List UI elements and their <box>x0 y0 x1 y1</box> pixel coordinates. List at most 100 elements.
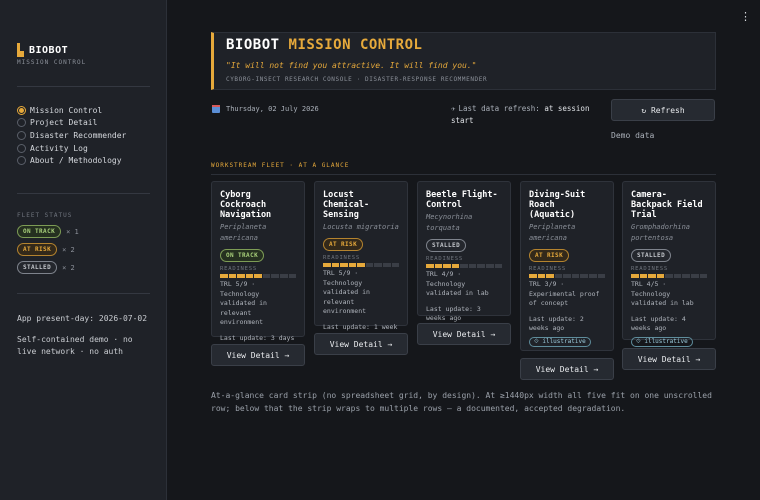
section-title: WORKSTREAM FLEET · AT A GLANCE <box>211 162 350 169</box>
status-badge: AT RISK <box>323 238 364 251</box>
readiness-segment-filled <box>639 274 648 278</box>
readiness-segment-filled <box>228 274 237 278</box>
readiness-segment-filled <box>220 274 228 278</box>
readiness-segment-empty <box>374 263 382 267</box>
refresh-button[interactable]: ↻ Refresh <box>611 99 715 121</box>
fleet-status-ontrack: ON TRACK × 1 <box>17 225 79 238</box>
present-day: App present-day: 2026-07-02 <box>17 314 148 323</box>
status-count: × 2 <box>62 263 75 272</box>
nav-item-about-methodology[interactable]: About / Methodology <box>17 154 126 167</box>
card-title: Camera-Backpack Field Trial <box>631 190 703 220</box>
card-title: Locust Chemical-Sensing <box>323 190 370 220</box>
readiness-segment-empty <box>699 274 708 278</box>
nav-item-project-detail[interactable]: Project Detail <box>17 117 126 130</box>
radio-icon <box>17 118 26 128</box>
status-badge: STALLED <box>631 249 672 262</box>
readiness-segment-empty <box>563 274 571 278</box>
brand-subtitle: MISSION CONTROL <box>17 59 87 66</box>
readiness-label: READINESS <box>529 266 567 272</box>
nav-item-label: Mission Control <box>30 105 103 115</box>
nav-item-label: Activity Log <box>30 143 88 153</box>
nav-item-activity-log[interactable]: Activity Log <box>17 142 126 155</box>
nav-item-disaster-recommender[interactable]: Disaster Recommender <box>17 129 126 142</box>
readiness-segment-filled <box>357 263 365 267</box>
page-title: BIOBOT MISSION CONTROL <box>226 37 423 53</box>
date-display: Thursday, 02 July 2026 <box>212 105 319 113</box>
readiness-segment-empty <box>288 274 297 278</box>
view-detail-button[interactable]: View Detail → <box>417 323 511 345</box>
readiness-bar <box>529 274 606 278</box>
readiness-bar <box>631 274 708 278</box>
fleet-status-atrisk: AT RISK × 2 <box>17 243 75 256</box>
readiness-label: READINESS <box>426 256 464 262</box>
card-title: Cyborg Cockroach Navigation <box>220 190 272 220</box>
trl-text: TRL 4/9 · Technology validated in lab <box>426 270 489 297</box>
nav-item-label: Disaster Recommender <box>30 130 127 140</box>
status-badge: STALLED <box>426 239 467 252</box>
readiness-segment-empty <box>485 264 494 268</box>
readiness-segment-filled <box>245 274 254 278</box>
refresh-status: ✈ Last data refresh: at session start <box>451 104 590 125</box>
workstream-card: Beetle Flight-Control Mecynorhina torqua… <box>417 181 511 322</box>
footnote: At-a-glance card strip (no spreadsheet g… <box>211 391 712 413</box>
readiness-segment-empty <box>665 274 673 278</box>
readiness-segment-filled <box>426 264 434 268</box>
readiness-segment-empty <box>468 264 477 268</box>
readiness-segment-empty <box>460 264 468 268</box>
view-detail-button[interactable]: View Detail → <box>520 358 614 380</box>
readiness-segment-empty <box>571 274 580 278</box>
view-detail-button[interactable]: View Detail → <box>314 333 408 355</box>
readiness-segment-filled <box>340 263 348 267</box>
status-count: × 1 <box>66 227 79 236</box>
readiness-segment-filled <box>331 263 340 267</box>
fleet-status-title: FLEET STATUS <box>17 212 73 219</box>
illustrative-badge: ⟐ illustrative <box>529 336 591 347</box>
sidebar: BIOBOT MISSION CONTROL Mission Control P… <box>0 0 167 500</box>
readiness-segment-empty <box>365 263 374 267</box>
view-detail-button[interactable]: View Detail → <box>622 348 716 370</box>
readiness-label: READINESS <box>323 255 361 261</box>
readiness-segment-filled <box>434 264 443 268</box>
radio-icon <box>17 156 26 166</box>
readiness-segment-empty <box>391 263 400 267</box>
nav-item-mission-control[interactable]: Mission Control <box>17 104 126 117</box>
last-update: Last update: 2 weeks ago <box>529 314 584 333</box>
readiness-label: READINESS <box>631 266 669 272</box>
divider <box>211 174 716 175</box>
readiness-segment-empty <box>279 274 288 278</box>
nav-item-label: Project Detail <box>30 118 98 128</box>
current-date: Thursday, 02 July 2026 <box>226 105 319 113</box>
status-badge: ON TRACK <box>17 225 62 238</box>
readiness-segment-filled <box>656 274 665 278</box>
card-species: Gromphadorhina portentosa <box>631 223 691 242</box>
last-update: Last update: 3 weeks ago <box>426 304 481 323</box>
readiness-segment-empty <box>271 274 279 278</box>
trl-text: TRL 3/9 · Experimental proof of concept <box>529 280 600 307</box>
readiness-segment-filled <box>631 274 639 278</box>
status-badge: AT RISK <box>17 243 58 256</box>
readiness-segment-empty <box>554 274 563 278</box>
divider <box>17 193 150 194</box>
readiness-segment-filled <box>443 264 451 268</box>
calendar-icon <box>212 105 220 113</box>
brand-name: BIOBOT <box>29 44 69 56</box>
nav-menu: Mission Control Project Detail Disaster … <box>17 104 126 167</box>
card-species: Mecynorhina torquata <box>426 213 473 232</box>
trl-text: TRL 5/9 · Technology validated in releva… <box>323 269 370 315</box>
status-badge: AT RISK <box>529 249 570 262</box>
readiness-segment-empty <box>690 274 699 278</box>
demo-data-label: Demo data <box>611 131 655 140</box>
more-menu-icon[interactable]: ⋮ <box>740 11 751 22</box>
divider <box>17 86 150 87</box>
page-subtitle: CYBORG-INSECT RESEARCH CONSOLE · DISASTE… <box>226 76 488 83</box>
view-detail-button[interactable]: View Detail → <box>211 344 305 366</box>
readiness-segment-empty <box>262 274 271 278</box>
page-header: BIOBOT MISSION CONTROL "It will not find… <box>211 32 716 90</box>
readiness-segment-empty <box>382 263 391 267</box>
last-update: Last update: 4 weeks ago <box>631 314 686 333</box>
brand: BIOBOT <box>17 43 68 57</box>
readiness-label: READINESS <box>220 266 258 272</box>
card-title: Diving-Suit Roach (Aquatic) <box>529 190 586 220</box>
readiness-segment-filled <box>323 263 331 267</box>
readiness-bar <box>426 264 503 268</box>
